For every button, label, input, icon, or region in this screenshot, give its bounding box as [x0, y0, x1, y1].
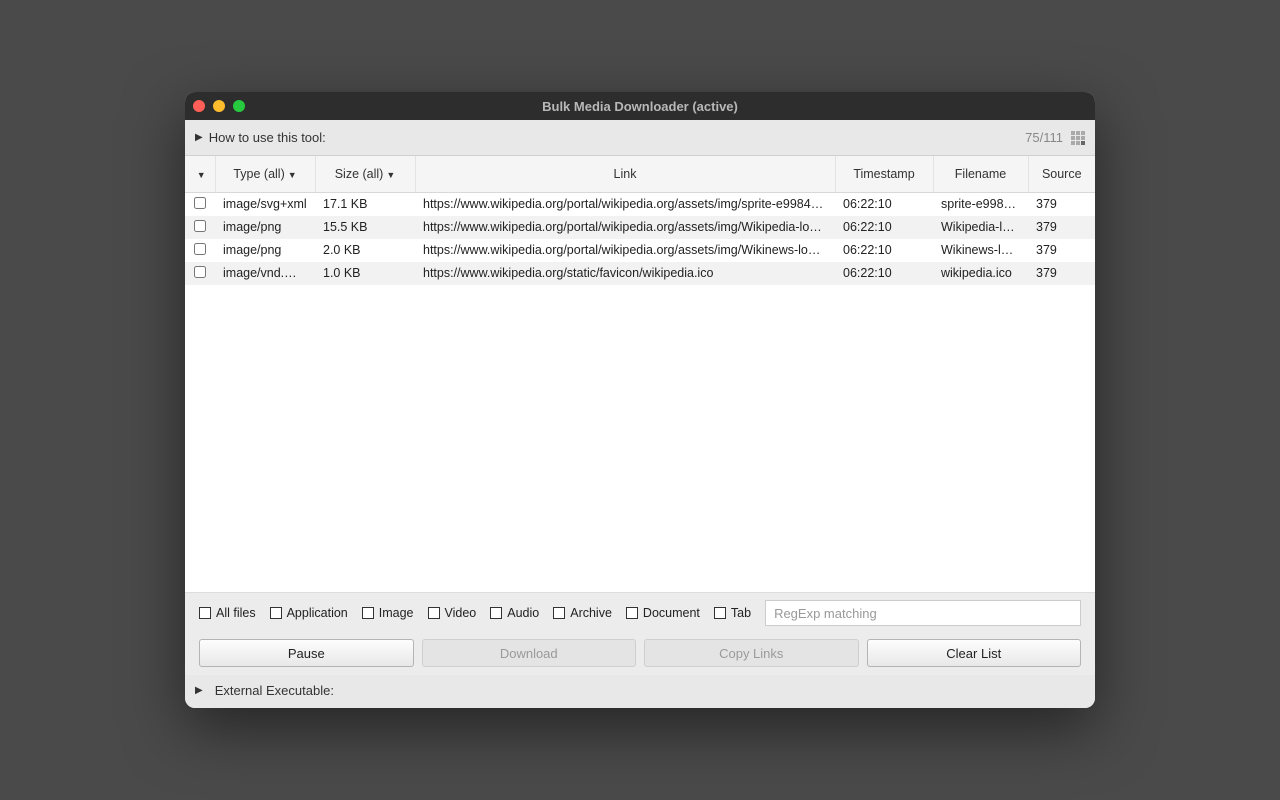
cell-size: 15.5 KB [315, 216, 415, 239]
cell-filename: wikipedia.ico [933, 262, 1028, 285]
cell-size: 1.0 KB [315, 262, 415, 285]
table-row[interactable]: image/png15.5 KBhttps://www.wikipedia.or… [185, 216, 1095, 239]
cell-source: 379 [1028, 262, 1095, 285]
chevron-right-icon: ▶ [195, 132, 203, 143]
cell-type: image/vnd.micr… [215, 262, 315, 285]
cell-type: image/svg+xml [215, 192, 315, 216]
external-executable-bar[interactable]: ▶ External Executable: [185, 675, 1095, 708]
cell-type: image/png [215, 216, 315, 239]
cell-type: image/png [215, 239, 315, 262]
cell-timestamp: 06:22:10 [835, 216, 933, 239]
cell-source: 379 [1028, 239, 1095, 262]
grid-icon[interactable] [1071, 131, 1085, 145]
external-exec-label: External Executable: [215, 683, 334, 698]
item-count: 75/111 [1025, 130, 1063, 145]
cell-timestamp: 06:22:10 [835, 262, 933, 285]
column-header-filename[interactable]: Filename [933, 156, 1028, 192]
column-header-source[interactable]: Source [1028, 156, 1095, 192]
pause-button[interactable]: Pause [199, 639, 414, 667]
cell-source: 379 [1028, 192, 1095, 216]
row-checkbox[interactable] [194, 266, 206, 278]
filter-bar: All files Application Image Video Audio … [185, 592, 1095, 633]
filter-image[interactable]: Image [362, 606, 414, 620]
filter-tab[interactable]: Tab [714, 606, 751, 620]
cell-timestamp: 06:22:10 [835, 192, 933, 216]
cell-link: https://www.wikipedia.org/portal/wikiped… [415, 239, 835, 262]
clear-list-button[interactable]: Clear List [867, 639, 1082, 667]
help-label: How to use this tool: [209, 130, 326, 145]
row-checkbox[interactable] [194, 243, 206, 255]
cell-filename: Wikipedia-log… [933, 216, 1028, 239]
filter-allfiles[interactable]: All files [199, 606, 256, 620]
button-bar: Pause Download Copy Links Clear List [185, 633, 1095, 675]
regex-input[interactable] [765, 600, 1081, 626]
copy-links-button[interactable]: Copy Links [644, 639, 859, 667]
filter-document[interactable]: Document [626, 606, 700, 620]
cell-filename: sprite-e99844f… [933, 192, 1028, 216]
window-title: Bulk Media Downloader (active) [185, 99, 1095, 114]
cell-link: https://www.wikipedia.org/portal/wikiped… [415, 192, 835, 216]
cell-link: https://www.wikipedia.org/static/favicon… [415, 262, 835, 285]
caret-down-icon: ▼ [288, 170, 297, 180]
table-empty-area [185, 285, 1095, 593]
help-bar[interactable]: ▶ How to use this tool: 75/111 [185, 120, 1095, 156]
filter-application[interactable]: Application [270, 606, 348, 620]
row-checkbox[interactable] [194, 220, 206, 232]
cell-timestamp: 06:22:10 [835, 239, 933, 262]
column-header-type[interactable]: Type (all)▼ [215, 156, 315, 192]
table-row[interactable]: image/png2.0 KBhttps://www.wikipedia.org… [185, 239, 1095, 262]
column-header-select[interactable]: ▼ [185, 156, 215, 192]
download-button[interactable]: Download [422, 639, 637, 667]
cell-filename: Wikinews-logo… [933, 239, 1028, 262]
caret-down-icon: ▼ [197, 170, 206, 180]
column-header-link[interactable]: Link [415, 156, 835, 192]
titlebar[interactable]: Bulk Media Downloader (active) [185, 92, 1095, 120]
caret-down-icon: ▼ [386, 170, 395, 180]
column-header-timestamp[interactable]: Timestamp [835, 156, 933, 192]
cell-link: https://www.wikipedia.org/portal/wikiped… [415, 216, 835, 239]
column-header-size[interactable]: Size (all)▼ [315, 156, 415, 192]
filter-archive[interactable]: Archive [553, 606, 612, 620]
cell-source: 379 [1028, 216, 1095, 239]
app-window: Bulk Media Downloader (active) ▶ How to … [185, 92, 1095, 708]
table-row[interactable]: image/vnd.micr…1.0 KBhttps://www.wikiped… [185, 262, 1095, 285]
filter-audio[interactable]: Audio [490, 606, 539, 620]
filter-video[interactable]: Video [428, 606, 477, 620]
downloads-table: ▼ Type (all)▼ Size (all)▼ Link Timestamp… [185, 156, 1095, 592]
table-row[interactable]: image/svg+xml17.1 KBhttps://www.wikipedi… [185, 192, 1095, 216]
cell-size: 2.0 KB [315, 239, 415, 262]
cell-size: 17.1 KB [315, 192, 415, 216]
table-header-row: ▼ Type (all)▼ Size (all)▼ Link Timestamp… [185, 156, 1095, 192]
chevron-right-icon: ▶ [195, 685, 203, 696]
row-checkbox[interactable] [194, 197, 206, 209]
